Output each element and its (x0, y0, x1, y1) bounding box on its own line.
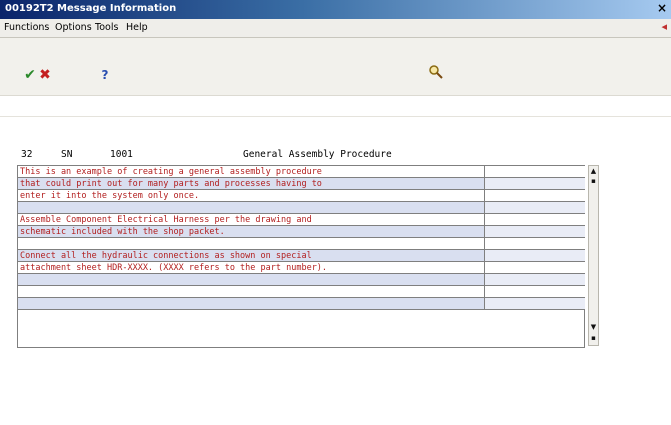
grid-row[interactable] (18, 202, 585, 214)
row-text[interactable]: enter it into the system only once. (20, 190, 199, 202)
menu-bar: Functions Options Tools Help ◂ (0, 19, 671, 38)
close-icon[interactable]: × (657, 1, 667, 15)
grid-row[interactable] (18, 286, 585, 298)
grid-cell[interactable] (484, 214, 585, 225)
grid-cell[interactable] (484, 166, 585, 177)
grid-cell[interactable] (484, 178, 585, 189)
grid-row[interactable] (18, 298, 585, 310)
row-text[interactable]: Assemble Component Electrical Harness pe… (20, 214, 312, 226)
grid-row[interactable]: attachment sheet HDR-XXXX. (XXXX refers … (18, 262, 585, 274)
grid-cell[interactable] (484, 190, 585, 201)
row-text[interactable]: This is an example of creating a general… (20, 166, 322, 178)
row-text[interactable]: schematic included with the shop packet. (20, 226, 225, 238)
header-title: General Assembly Procedure (243, 149, 392, 160)
grid-scrollbar[interactable]: ▲ ▪ ▼ ▪ (588, 165, 599, 346)
grid-cell[interactable] (484, 262, 585, 273)
scroll-end-icon[interactable]: ▪ (590, 334, 597, 343)
header-code1: 32 (21, 149, 33, 160)
menu-options[interactable]: Options (55, 22, 92, 33)
row-text[interactable]: attachment sheet HDR-XXXX. (XXXX refers … (20, 262, 327, 274)
grid-row[interactable]: schematic included with the shop packet. (18, 226, 585, 238)
search-button[interactable] (427, 64, 445, 82)
header-number: 1001 (110, 149, 133, 160)
header-code2: SN (61, 149, 73, 160)
divider (0, 116, 671, 117)
restore-icon[interactable]: ◂ (661, 20, 667, 33)
grid-row[interactable]: that could print out for many parts and … (18, 178, 585, 190)
x-cancel-icon: ✖ (39, 67, 51, 83)
toolbar: ✔ ✖ ? (0, 38, 671, 96)
grid-cell[interactable] (484, 274, 585, 285)
grid-row[interactable] (18, 238, 585, 250)
grid-cell[interactable] (484, 226, 585, 237)
checkmark-icon: ✔ (24, 67, 36, 83)
grid-row[interactable]: Connect all the hydraulic connections as… (18, 250, 585, 262)
row-text[interactable]: Connect all the hydraulic connections as… (20, 250, 312, 262)
message-grid: This is an example of creating a general… (17, 165, 599, 350)
question-icon: ? (101, 68, 109, 82)
menu-functions[interactable]: Functions (4, 22, 49, 33)
row-text[interactable]: that could print out for many parts and … (20, 178, 322, 190)
grid-row[interactable]: This is an example of creating a general… (18, 166, 585, 178)
grid-cell[interactable] (484, 298, 585, 309)
scroll-thumb-icon[interactable]: ▪ (590, 177, 597, 186)
grid-cell[interactable] (484, 202, 585, 213)
scroll-up-icon[interactable]: ▲ (590, 167, 597, 176)
title-bar: 00192T2 Message Information × (0, 0, 671, 19)
menu-tools[interactable]: Tools (95, 22, 118, 33)
grid-row[interactable]: enter it into the system only once. (18, 190, 585, 202)
cancel-button[interactable]: ✖ (36, 66, 54, 84)
magnifier-search-icon (429, 65, 443, 79)
help-button[interactable]: ? (96, 66, 114, 84)
scroll-down-icon[interactable]: ▼ (590, 323, 597, 332)
window-title: 00192T2 Message Information (5, 3, 177, 14)
grid-cell[interactable] (484, 238, 585, 249)
grid-row[interactable] (18, 274, 585, 286)
grid-body: This is an example of creating a general… (17, 165, 585, 348)
grid-row[interactable]: Assemble Component Electrical Harness pe… (18, 214, 585, 226)
status-area (0, 406, 671, 425)
grid-cell[interactable] (484, 250, 585, 261)
grid-cell[interactable] (484, 286, 585, 297)
menu-help[interactable]: Help (126, 22, 148, 33)
